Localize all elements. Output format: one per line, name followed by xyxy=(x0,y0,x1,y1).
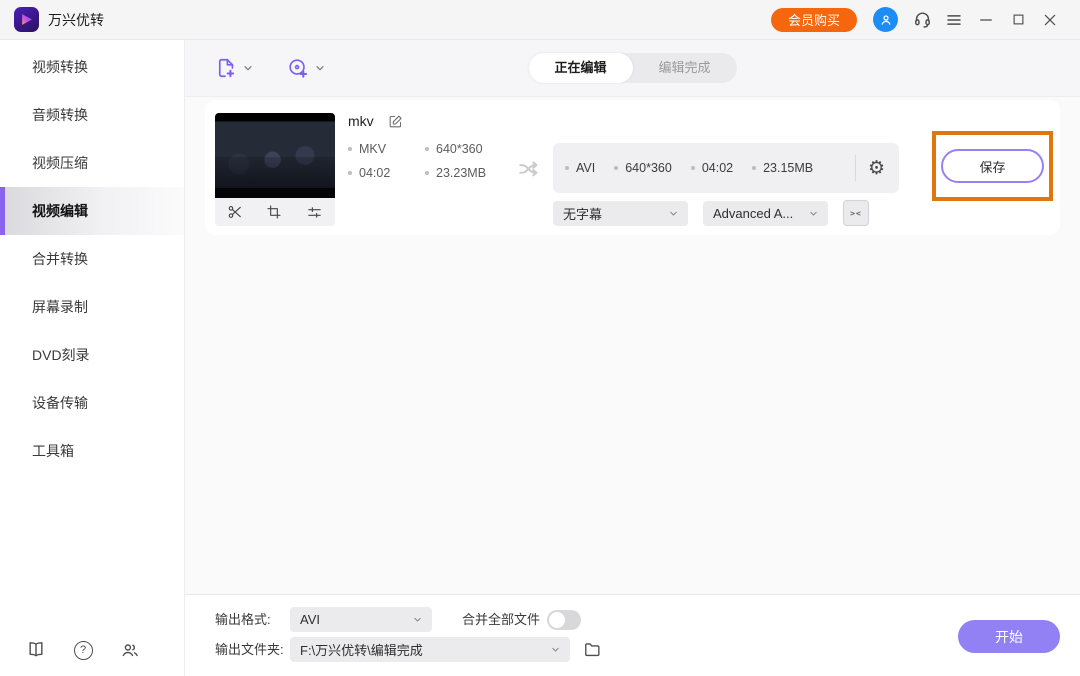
add-dvd-button[interactable] xyxy=(287,57,325,79)
output-size: 23.15MB xyxy=(752,161,813,175)
file-card: mkv MKV 640*360 04:02 23.23MB AVI 640*36… xyxy=(205,100,1060,235)
crop-icon[interactable] xyxy=(266,204,282,220)
sidebar-item-label: 音频转换 xyxy=(32,107,88,123)
sidebar-item-video-edit[interactable]: 视频编辑 xyxy=(0,187,184,235)
sidebar-item-toolbox[interactable]: 工具箱 xyxy=(0,427,184,475)
sidebar-footer: ? xyxy=(26,640,140,660)
stream-selectors: 无字幕 Advanced A... >< xyxy=(553,200,869,226)
app-logo-icon xyxy=(14,7,39,32)
output-settings-gear-icon[interactable]: ⚙ xyxy=(856,159,887,178)
output-format-value: AVI xyxy=(300,612,320,627)
output-folder-value: F:\万兴优转\编辑完成 xyxy=(300,640,423,659)
window-titlebar: 万兴优转 会员购买 xyxy=(0,0,1080,40)
convert-shuffle-icon xyxy=(517,157,543,183)
output-format: AVI xyxy=(565,161,595,175)
menu-icon[interactable] xyxy=(938,4,970,36)
sidebar-item-label: DVD刻录 xyxy=(32,347,90,363)
chevron-down-icon xyxy=(669,209,678,218)
subtitle-select[interactable]: 无字幕 xyxy=(553,201,688,226)
support-headset-icon[interactable] xyxy=(906,4,938,36)
output-format-select[interactable]: AVI xyxy=(290,607,432,632)
source-format: MKV xyxy=(348,142,425,156)
source-media-info: MKV 640*360 04:02 23.23MB xyxy=(348,142,486,180)
chevron-down-icon xyxy=(413,615,422,624)
source-duration: 04:02 xyxy=(348,166,425,180)
sidebar-item-video-compress[interactable]: 视频压缩 xyxy=(0,139,184,187)
video-thumbnail xyxy=(215,113,335,198)
open-folder-icon[interactable] xyxy=(583,640,602,659)
help-icon[interactable]: ? xyxy=(73,640,93,660)
sidebar-item-label: 屏幕录制 xyxy=(32,299,88,315)
tab-edit-finished[interactable]: 编辑完成 xyxy=(633,53,737,83)
tab-editing[interactable]: 正在编辑 xyxy=(528,53,632,83)
sidebar-item-merge-convert[interactable]: 合并转换 xyxy=(0,235,184,283)
output-folder-select[interactable]: F:\万兴优转\编辑完成 xyxy=(290,637,570,662)
add-dvd-icon xyxy=(287,57,309,79)
output-format-label: 输出格式: xyxy=(215,607,271,633)
start-button[interactable]: 开始 xyxy=(958,620,1060,653)
merge-all-label: 合并全部文件 xyxy=(462,607,540,633)
save-button[interactable]: 保存 xyxy=(941,149,1044,183)
sidebar: 视频转换 音频转换 视频压缩 视频编辑 合并转换 屏幕录制 DVD刻录 设备传输… xyxy=(0,40,185,676)
guide-book-icon[interactable] xyxy=(26,640,46,660)
file-name: mkv xyxy=(348,113,374,129)
sidebar-item-screen-record[interactable]: 屏幕录制 xyxy=(0,283,184,331)
sidebar-item-label: 合并转换 xyxy=(32,251,88,267)
sidebar-item-device-transfer[interactable]: 设备传输 xyxy=(0,379,184,427)
output-resolution: 640*360 xyxy=(614,161,672,175)
sidebar-item-label: 设备传输 xyxy=(32,395,88,411)
user-avatar[interactable] xyxy=(873,7,898,32)
merge-all-toggle[interactable] xyxy=(547,610,581,630)
audio-track-select[interactable]: Advanced A... xyxy=(703,201,828,226)
add-file-button[interactable] xyxy=(215,57,253,79)
sidebar-item-video-convert[interactable]: 视频转换 xyxy=(0,43,184,91)
effects-sliders-icon[interactable] xyxy=(306,204,323,221)
thumbnail-toolbar xyxy=(215,198,335,226)
chevron-down-icon xyxy=(551,645,560,654)
trim-scissors-icon[interactable] xyxy=(227,204,243,220)
audio-select-value: Advanced A... xyxy=(713,206,793,221)
main-panel: 正在编辑 编辑完成 mk xyxy=(185,40,1080,676)
source-resolution: 640*360 xyxy=(425,142,486,156)
output-settings-box: AVI 640*360 04:02 23.15MB ⚙ xyxy=(553,143,899,193)
add-file-icon xyxy=(215,57,237,79)
community-icon[interactable] xyxy=(120,640,140,660)
maximize-icon[interactable] xyxy=(1002,4,1034,36)
bottom-bar: 输出格式: AVI 合并全部文件 输出文件夹: F:\万兴优转\编辑完成 开始 xyxy=(185,594,1080,676)
buy-membership-button[interactable]: 会员购买 xyxy=(771,8,857,32)
sidebar-item-label: 工具箱 xyxy=(32,443,74,459)
output-folder-label: 输出文件夹: xyxy=(215,637,284,663)
rename-edit-icon[interactable] xyxy=(388,114,403,129)
collapse-icon[interactable]: >< xyxy=(843,200,869,226)
sidebar-item-label: 视频编辑 xyxy=(32,203,88,219)
save-highlight-box: 保存 xyxy=(932,131,1053,201)
sidebar-item-dvd-burn[interactable]: DVD刻录 xyxy=(0,331,184,379)
minimize-icon[interactable] xyxy=(970,4,1002,36)
close-icon[interactable] xyxy=(1034,4,1066,36)
chevron-down-icon xyxy=(243,63,253,73)
source-size: 23.23MB xyxy=(425,166,486,180)
chevron-down-icon xyxy=(315,63,325,73)
help-glyph: ? xyxy=(74,641,93,660)
output-duration: 04:02 xyxy=(691,161,733,175)
toolbar: 正在编辑 编辑完成 xyxy=(185,40,1080,97)
edit-status-tabs: 正在编辑 编辑完成 xyxy=(528,53,736,83)
sidebar-item-label: 视频压缩 xyxy=(32,155,88,171)
subtitle-select-value: 无字幕 xyxy=(563,204,602,223)
sidebar-item-audio-convert[interactable]: 音频转换 xyxy=(0,91,184,139)
chevron-down-icon xyxy=(809,209,818,218)
app-title: 万兴优转 xyxy=(48,10,104,30)
sidebar-item-label: 视频转换 xyxy=(32,59,88,75)
